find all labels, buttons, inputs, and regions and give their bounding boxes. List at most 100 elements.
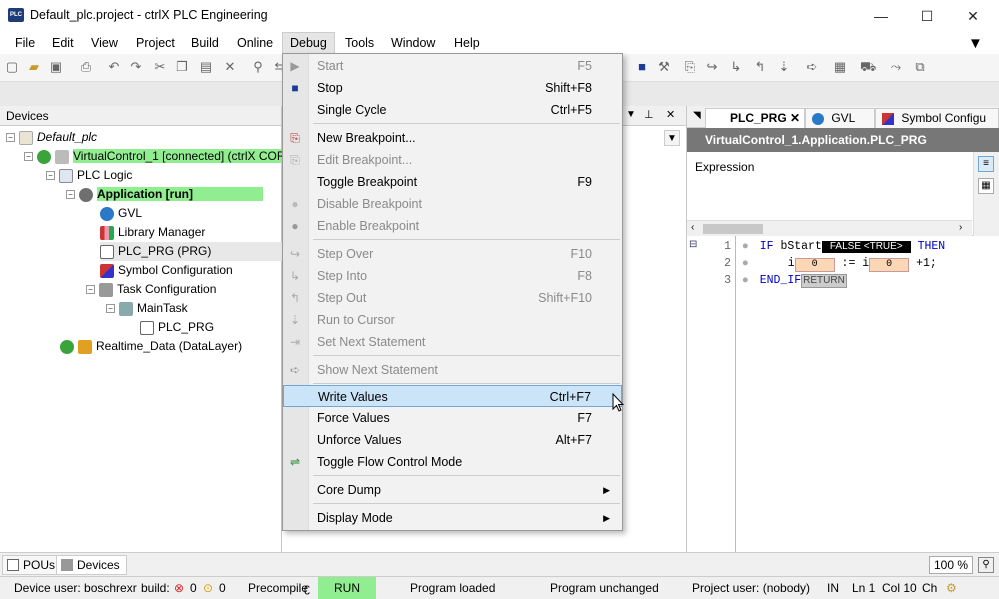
menu-item-force-values[interactable]: Force Values F7 xyxy=(283,407,622,429)
menu-item-edit-breakpoint[interactable]: ⎘ Edit Breakpoint... xyxy=(283,149,622,171)
menu-item-display-mode[interactable]: Display Mode ▶ xyxy=(283,507,622,529)
collapse-icon[interactable]: − xyxy=(66,190,75,200)
tab-plc-prg[interactable]: PLC_PRG ✕ xyxy=(705,108,805,128)
tree-item-application[interactable]: − Application [run] xyxy=(66,185,282,204)
tab-list-icon[interactable]: ◥ xyxy=(693,110,701,121)
menu-item-step-out[interactable]: ↰ Step Out Shift+F10 xyxy=(283,287,622,309)
tree-item-symbol-configuration[interactable]: Symbol Configuration xyxy=(100,261,233,280)
pin-icon[interactable]: ⊥ xyxy=(644,108,654,121)
zoom-level[interactable]: 100 % xyxy=(929,556,973,574)
menu-item-single-cycle[interactable]: Single Cycle Ctrl+F5 xyxy=(283,99,622,121)
step-into-toolbar-icon[interactable]: ↳ xyxy=(728,59,744,75)
menu-item-write-values[interactable]: Write Values Ctrl+F7 xyxy=(283,385,622,407)
tree-item-task-configuration[interactable]: − Task Configuration xyxy=(86,280,216,299)
collapse-icon[interactable]: − xyxy=(24,152,33,162)
menu-item-new-breakpoint[interactable]: ⎘ New Breakpoint... xyxy=(283,127,622,149)
tree-item-maintask-plc-prg[interactable]: PLC_PRG xyxy=(140,318,214,337)
table-view-icon[interactable]: ▦ xyxy=(978,178,994,194)
dropdown-icon[interactable]: ▼ xyxy=(626,109,636,120)
menu-item-step-over[interactable]: ↪ Step Over F10 xyxy=(283,243,622,265)
tool-icon[interactable]: ⚒ xyxy=(656,59,672,75)
minimize-button[interactable]: — xyxy=(858,4,904,28)
filter-icon[interactable]: ▼ xyxy=(968,35,983,52)
tree-item-plc-logic[interactable]: − PLC Logic xyxy=(46,166,132,185)
tab-devices[interactable]: Devices xyxy=(56,555,127,575)
save-icon[interactable]: ▣ xyxy=(48,59,64,75)
open-folder-icon[interactable]: ▰ xyxy=(26,59,42,75)
menu-item-toggle-breakpoint[interactable]: Toggle Breakpoint F9 xyxy=(283,171,622,193)
next-statement-toolbar-icon[interactable]: ➪ xyxy=(804,59,820,75)
menu-view[interactable]: View xyxy=(84,32,125,54)
zoom-icon[interactable]: ⚲ xyxy=(978,557,994,573)
write-values-toolbar-icon[interactable]: ▦ xyxy=(832,59,848,75)
menu-item-disable-breakpoint[interactable]: ● Disable Breakpoint xyxy=(283,193,622,215)
flow-control-toolbar-icon[interactable]: ⧉ xyxy=(912,59,928,75)
tree-item-plc-prg[interactable]: PLC_PRG (PRG) xyxy=(100,242,282,261)
collapse-icon[interactable]: − xyxy=(6,133,15,143)
tab-close-icon[interactable]: ✕ xyxy=(790,109,800,127)
delete-icon[interactable]: ✕ xyxy=(222,59,238,75)
menu-project[interactable]: Project xyxy=(129,32,182,54)
inline-value[interactable]: 0 xyxy=(869,258,910,272)
scroll-left-icon[interactable]: ‹ xyxy=(691,222,694,233)
find-icon[interactable]: ⚲ xyxy=(250,59,266,75)
menu-edit[interactable]: Edit xyxy=(45,32,81,54)
maximize-button[interactable]: ☐ xyxy=(904,4,950,28)
breakpoint-toolbar-icon[interactable]: ⎘ xyxy=(682,59,698,75)
cut-icon[interactable]: ✂ xyxy=(152,59,168,75)
horizontal-scrollbar[interactable]: ‹ › xyxy=(687,220,972,236)
tree-item-maintask[interactable]: − MainTask xyxy=(106,299,188,318)
panel-dropdown-icon[interactable]: ▼ xyxy=(664,130,680,146)
menu-debug[interactable]: Debug xyxy=(282,32,335,54)
menu-item-run-to-cursor[interactable]: ⇣ Run to Cursor xyxy=(283,309,622,331)
tree-item-project[interactable]: − Default_plc xyxy=(6,128,97,147)
menu-build[interactable]: Build xyxy=(184,32,226,54)
menu-item-set-next-statement[interactable]: ⇥ Set Next Statement xyxy=(283,331,622,353)
collapse-icon[interactable]: − xyxy=(86,285,95,295)
collapse-icon[interactable]: − xyxy=(106,304,115,314)
menu-item-show-next-statement[interactable]: ➪ Show Next Statement xyxy=(283,359,622,381)
menu-item-stop[interactable]: ■ Stop Shift+F8 xyxy=(283,77,622,99)
run-cursor-toolbar-icon[interactable]: ⇣ xyxy=(776,59,792,75)
code-editor[interactable]: ⊟ 1 ● IF bStart FALSE <TRUE> THEN 2 ● i0 … xyxy=(687,236,999,552)
panel-close-icon[interactable]: ✕ xyxy=(666,108,675,121)
step-over-toolbar-icon[interactable]: ↪ xyxy=(704,59,720,75)
menu-item-step-into[interactable]: ↳ Step Into F8 xyxy=(283,265,622,287)
menu-item-start[interactable]: ▶ Start F5 xyxy=(283,55,622,77)
menu-help[interactable]: Help xyxy=(447,32,487,54)
menu-item-toggle-flow-control[interactable]: ⇌ Toggle Flow Control Mode xyxy=(283,451,622,473)
tree-item-realtime-data[interactable]: Realtime_Data (DataLayer) xyxy=(60,337,242,356)
menu-window[interactable]: Window xyxy=(384,32,442,54)
inline-value[interactable]: 0 xyxy=(794,258,835,272)
breakpoint-dot-icon[interactable]: ● xyxy=(742,274,749,287)
stop-toolbar-icon[interactable]: ■ xyxy=(634,59,650,75)
menu-file[interactable]: File xyxy=(8,32,42,54)
tree-item-library-manager[interactable]: Library Manager xyxy=(100,223,205,242)
new-file-icon[interactable]: ▢ xyxy=(4,59,20,75)
copy-icon[interactable]: ❐ xyxy=(174,59,190,75)
precompile-icon[interactable]: ʗ xyxy=(304,577,310,599)
undo-icon[interactable]: ↶ xyxy=(106,59,122,75)
scroll-right-icon[interactable]: › xyxy=(959,222,962,233)
unforce-toolbar-icon[interactable]: ⤳ xyxy=(888,59,904,75)
force-values-toolbar-icon[interactable]: ⛟ xyxy=(860,59,876,75)
menu-online[interactable]: Online xyxy=(230,32,280,54)
tab-symbol-configuration[interactable]: Symbol Configu xyxy=(875,108,999,128)
tab-gvl[interactable]: GVL xyxy=(805,108,875,128)
tab-pous[interactable]: POUs xyxy=(2,555,63,575)
paste-icon[interactable]: ▤ xyxy=(198,59,214,75)
breakpoint-dot-icon[interactable]: ● xyxy=(742,240,749,253)
menu-item-enable-breakpoint[interactable]: ● Enable Breakpoint xyxy=(283,215,622,237)
redo-icon[interactable]: ↷ xyxy=(128,59,144,75)
menu-item-core-dump[interactable]: Core Dump ▶ xyxy=(283,479,622,501)
close-button[interactable]: ✕ xyxy=(950,4,996,28)
step-out-toolbar-icon[interactable]: ↰ xyxy=(752,59,768,75)
text-view-icon[interactable]: ≡ xyxy=(978,156,994,172)
inline-value[interactable]: FALSE <TRUE> xyxy=(821,241,911,253)
print-icon[interactable]: ⎙ xyxy=(78,59,94,75)
tree-item-gvl[interactable]: GVL xyxy=(100,204,142,223)
settings-icon[interactable]: ⚙ xyxy=(946,577,957,599)
collapse-icon[interactable]: − xyxy=(46,171,55,181)
tree-item-virtualcontrol[interactable]: − VirtualControl_1 [connected] (ctrlX COR… xyxy=(24,147,300,166)
scroll-thumb[interactable] xyxy=(703,224,763,234)
